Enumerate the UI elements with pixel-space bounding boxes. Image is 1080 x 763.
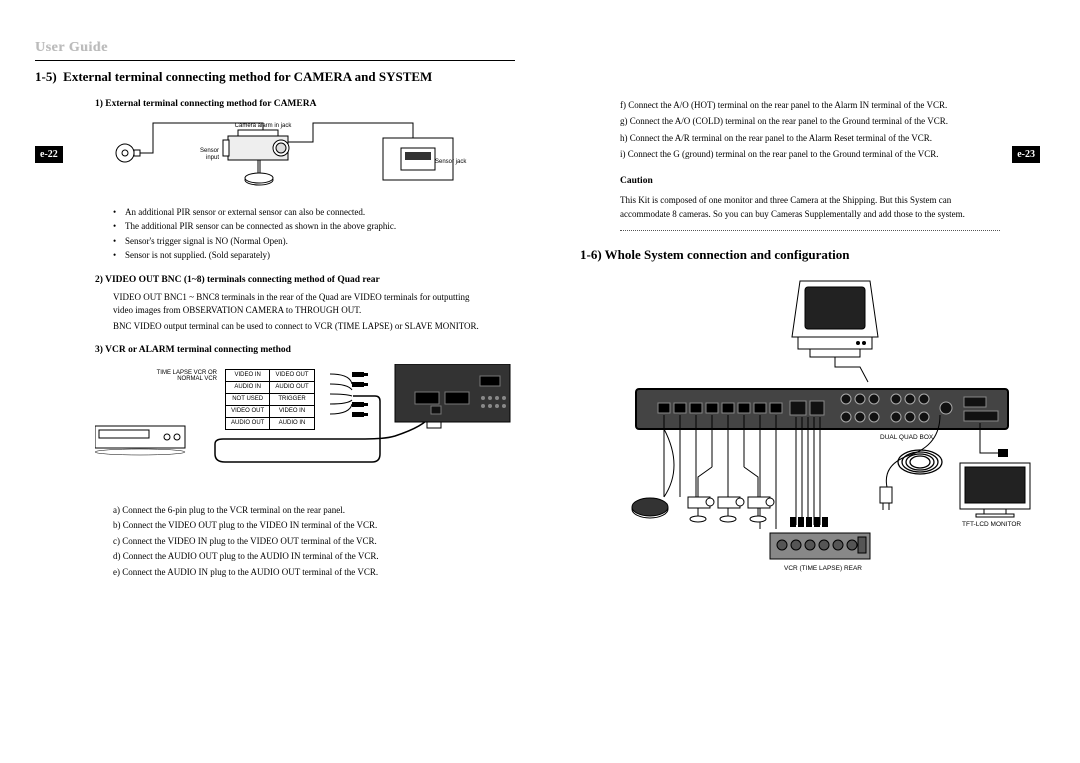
whole-system-diagram: DUAL QUAD BOX TFT-LCD MONITOR VCR (TIME … — [600, 277, 1040, 597]
label-sensor-input-1: Sensor — [200, 148, 219, 154]
connection-steps: a) Connect the 6-pin plug to the VCR ter… — [113, 504, 495, 580]
step-i: i) Connect the G (ground) terminal on th… — [620, 147, 1000, 161]
p2a: VIDEO OUT BNC1 ~ BNC8 terminals in the r… — [113, 291, 495, 305]
vcr-connection-diagram: TIME LAPSE VCR OR NORMAL VCR VIDEO INVID… — [95, 364, 495, 494]
page-number-right: e-23 — [1012, 146, 1040, 163]
step-d: d) Connect the AUDIO OUT plug to the AUD… — [113, 550, 495, 564]
bullet-3: Sensor's trigger signal is NO (Normal Op… — [113, 235, 495, 249]
section-1-6-title: 1-6) Whole System connection and configu… — [580, 247, 1040, 263]
vcr-device-label: TIME LAPSE VCR OR NORMAL VCR — [155, 370, 217, 383]
step-b: b) Connect the VIDEO OUT plug to the VID… — [113, 519, 495, 533]
label-sensor-jack: Sensor jack — [435, 159, 467, 165]
caution-body: This Kit is composed of one monitor and … — [620, 193, 1000, 222]
bullet-1: An additional PIR sensor or external sen… — [113, 206, 495, 220]
vcr-pin-table: VIDEO INVIDEO OUT AUDIO INAUDIO OUT NOT … — [225, 369, 315, 430]
sub-heading-1: 1) External terminal connecting method f… — [95, 97, 495, 111]
dotted-divider — [620, 230, 1000, 231]
step-g: g) Connect the A/O (COLD) terminal on th… — [620, 114, 1000, 128]
caution-heading: Caution — [620, 174, 1000, 189]
system-diagram-svg — [600, 277, 1040, 597]
bullet-list-1: An additional PIR sensor or external sen… — [113, 206, 495, 263]
camera-diagram-svg: Camera alarm in jack Sensor input Sensor… — [113, 118, 473, 198]
bullet-2: The additional PIR sensor can be connect… — [113, 220, 495, 234]
step-a: a) Connect the 6-pin plug to the VCR ter… — [113, 504, 495, 518]
step-h: h) Connect the A/R terminal on the rear … — [620, 131, 1000, 145]
sub-heading-3: 3) VCR or ALARM terminal connecting meth… — [95, 343, 495, 357]
label-vcr-rear: VCR (TIME LAPSE) REAR — [778, 565, 868, 572]
right-page: e-23 f) Connect the A/O (HOT) terminal o… — [540, 0, 1080, 763]
label-cam-jack: Camera alarm in jack — [235, 123, 293, 129]
left-page: User Guide e-22 1-5) External terminal c… — [0, 0, 540, 763]
p2c: BNC VIDEO output terminal can be used to… — [113, 320, 495, 334]
header-title: User Guide — [35, 40, 515, 56]
camera-sensor-diagram: Camera alarm in jack Sensor input Sensor… — [113, 118, 495, 198]
page-number-left: e-22 — [35, 146, 63, 163]
label-sensor-input-2: input — [206, 155, 219, 161]
connection-steps-continued: f) Connect the A/O (HOT) terminal on the… — [620, 98, 1000, 162]
step-c: c) Connect the VIDEO IN plug to the VIDE… — [113, 535, 495, 549]
p2b: video images from OBSERVATION CAMERA to … — [113, 304, 495, 318]
header-rule — [35, 60, 515, 61]
label-dual-quad: DUAL QUAD BOX — [880, 434, 933, 441]
section-1-5-title: 1-5) External terminal connecting method… — [35, 69, 515, 85]
bullet-4: Sensor is not supplied. (Sold separately… — [113, 249, 495, 263]
step-e: e) Connect the AUDIO IN plug to the AUDI… — [113, 566, 495, 580]
step-f: f) Connect the A/O (HOT) terminal on the… — [620, 98, 1000, 112]
label-tft-monitor: TFT-LCD MONITOR — [962, 521, 1021, 528]
sub-heading-2: 2) VIDEO OUT BNC (1~8) terminals connect… — [95, 273, 495, 287]
